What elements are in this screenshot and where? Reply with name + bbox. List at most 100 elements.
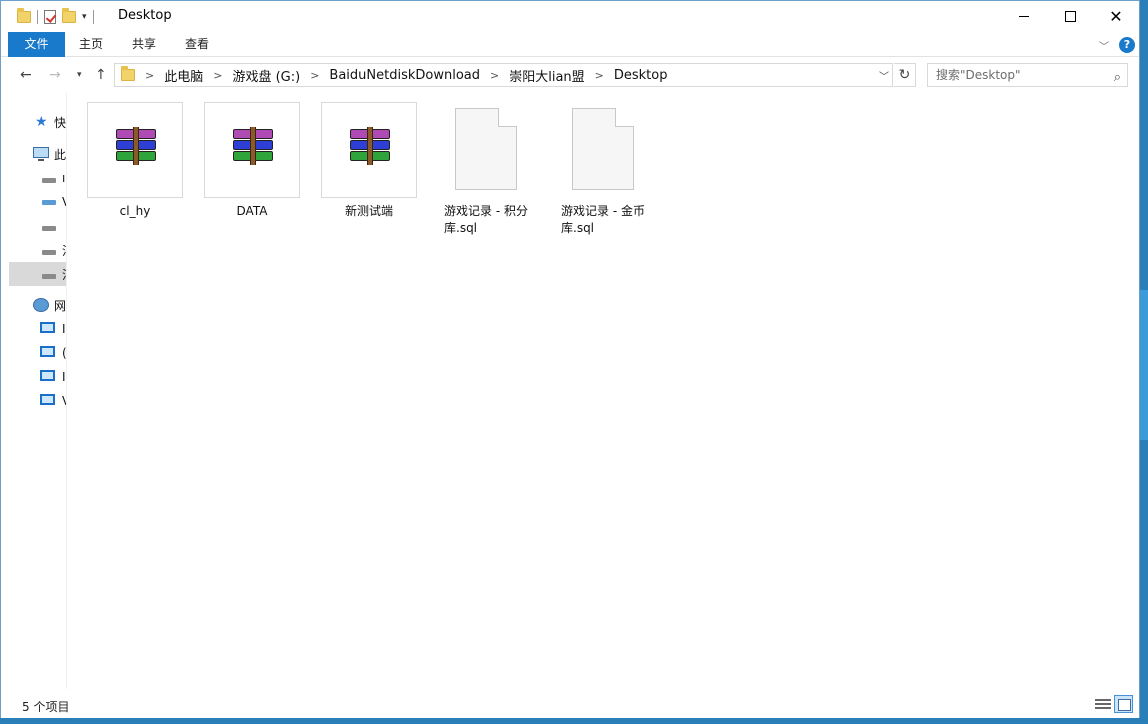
window-controls: ✕ [1001,1,1139,32]
maximize-button[interactable] [1047,1,1093,32]
toolbar-divider [92,10,94,24]
blank-document-icon [455,108,517,190]
file-name: cl_hy [119,204,151,218]
breadcrumb-chevron-icon[interactable]: > [595,69,604,82]
sidebar-item-label: ı [62,171,66,185]
file-thumbnail [204,102,300,198]
folder-icon [121,66,135,81]
file-item[interactable]: 新测试端 [321,102,417,220]
toolbar-divider [37,10,38,24]
drive-icon [42,274,56,279]
breadcrumb-this-pc[interactable]: 此电脑 [164,66,203,85]
status-bar: 5 个项目 [1,691,1139,718]
file-thumbnail [87,102,183,198]
new-folder-icon[interactable] [62,8,76,23]
breadcrumb-chevron-icon[interactable]: > [213,69,222,82]
breadcrumb-desktop[interactable]: Desktop [614,68,668,83]
network-computer-icon [40,370,55,381]
file-thumbnail [555,102,651,198]
drive-icon [42,226,56,231]
tab-view[interactable]: 查看 [175,32,219,57]
sidebar-item-drive-2[interactable]: V [9,190,66,214]
file-list: cl_hy DATA 新测试端 游戏记录 - 积分库.sql 游戏记录 - 金币… [67,93,1139,689]
sidebar-item-network-pc-1[interactable]: I [9,317,66,341]
navigation-pane: ★ 快 此 ı V 卜 汕 汕 网 [9,93,66,689]
breadcrumb-chevron-icon[interactable]: > [145,69,154,82]
window-title: Desktop [118,8,172,23]
sidebar-item-drive-4[interactable]: 汕 [9,238,66,262]
sidebar-item-network-pc-4[interactable]: V [9,389,66,413]
file-name: DATA [236,204,268,218]
search-input[interactable]: 搜索"Desktop" ⌕ [927,63,1128,87]
search-icon[interactable]: ⌕ [1114,67,1121,89]
breadcrumb-download-folder[interactable]: BaiduNetdiskDownload [329,68,480,83]
quick-access-toolbar: ▾ [17,7,94,27]
blank-document-icon [572,108,634,190]
details-view-icon[interactable] [1095,697,1111,711]
breadcrumb-drive[interactable]: 游戏盘 (G:) [232,66,300,85]
sidebar-item-label: 网 [54,298,66,313]
address-history-chevron-icon[interactable]: ﹀ [879,68,889,83]
tab-home[interactable]: 主页 [69,32,113,57]
network-icon [33,298,49,312]
file-explorer-window: ▾ Desktop ✕ 文件 主页 共享 查看 ﹀ ? ← → ▾ ↑ > 此电… [0,0,1140,718]
drive-icon [42,178,56,183]
network-computer-icon [40,322,55,333]
sidebar-item-label: I [62,370,66,384]
back-arrow-icon[interactable]: ← [20,67,32,83]
winrar-archive-icon [231,127,275,165]
file-item[interactable]: DATA [204,102,300,220]
forward-arrow-icon[interactable]: → [49,67,61,83]
star-icon: ★ [35,114,48,130]
file-item[interactable]: 游戏记录 - 金币库.sql [555,102,651,237]
ribbon-tabs: 文件 主页 共享 查看 ﹀ ? [1,32,1139,57]
drive-icon [42,250,56,255]
sidebar-item-network-pc-3[interactable]: I [9,365,66,389]
minimize-button[interactable] [1001,1,1047,32]
file-item[interactable]: 游戏记录 - 积分库.sql [438,102,534,237]
tab-file[interactable]: 文件 [8,32,65,57]
sidebar-item-drive-5-selected[interactable]: 汕 [9,262,66,286]
refresh-icon[interactable]: ↻ [894,63,916,87]
sidebar-item-label: I [62,322,66,336]
file-name: 游戏记录 - 金币库.sql [561,204,645,235]
customize-toolbar-chevron-icon[interactable]: ▾ [82,12,87,22]
recent-locations-chevron-icon[interactable]: ▾ [77,70,82,80]
file-item[interactable]: cl_hy [87,102,183,220]
sidebar-item-quick-access[interactable]: ★ 快 [9,110,66,134]
sidebar-item-this-pc[interactable]: 此 [9,142,66,166]
large-icons-view-icon[interactable] [1114,695,1133,713]
winrar-archive-icon [348,127,392,165]
sidebar-item-label: 快 [54,115,66,130]
network-computer-icon [40,394,55,405]
properties-icon[interactable] [44,10,56,24]
breadcrumb-chevron-icon[interactable]: > [310,69,319,82]
file-thumbnail [438,102,534,198]
file-name: 新测试端 [344,204,393,218]
network-drive-icon [42,200,56,205]
expand-ribbon-chevron-icon[interactable]: ﹀ [1099,38,1109,53]
help-icon[interactable]: ? [1119,37,1135,53]
breadcrumb-chevron-icon[interactable]: > [490,69,499,82]
sidebar-item-network-pc-2[interactable]: ( [9,341,66,365]
tab-share[interactable]: 共享 [122,32,166,57]
search-placeholder: 搜索"Desktop" [936,68,1021,82]
sidebar-item-label: 此 [54,147,66,162]
navigation-bar: ← → ▾ ↑ > 此电脑 > 游戏盘 (G:) > BaiduNetdiskD… [1,58,1139,93]
file-thumbnail [321,102,417,198]
computer-icon [33,147,49,161]
network-computer-icon [40,346,55,357]
up-arrow-icon[interactable]: ↑ [95,67,107,83]
desktop-edge [1140,290,1148,440]
file-name: 游戏记录 - 积分库.sql [444,204,528,235]
item-count: 5 个项目 [22,700,70,714]
folder-icon [17,8,31,23]
title-bar: ▾ Desktop ✕ [1,1,1139,32]
close-button[interactable]: ✕ [1093,1,1139,32]
sidebar-item-network[interactable]: 网 [9,293,66,317]
breadcrumb-league-folder[interactable]: 崇阳大lian盟 [509,66,584,85]
sidebar-item-drive-1[interactable]: ı [9,166,66,190]
sidebar-item-drive-3[interactable]: 卜 [9,214,66,238]
winrar-archive-icon [114,127,158,165]
address-bar[interactable]: > 此电脑 > 游戏盘 (G:) > BaiduNetdiskDownload … [114,63,893,87]
